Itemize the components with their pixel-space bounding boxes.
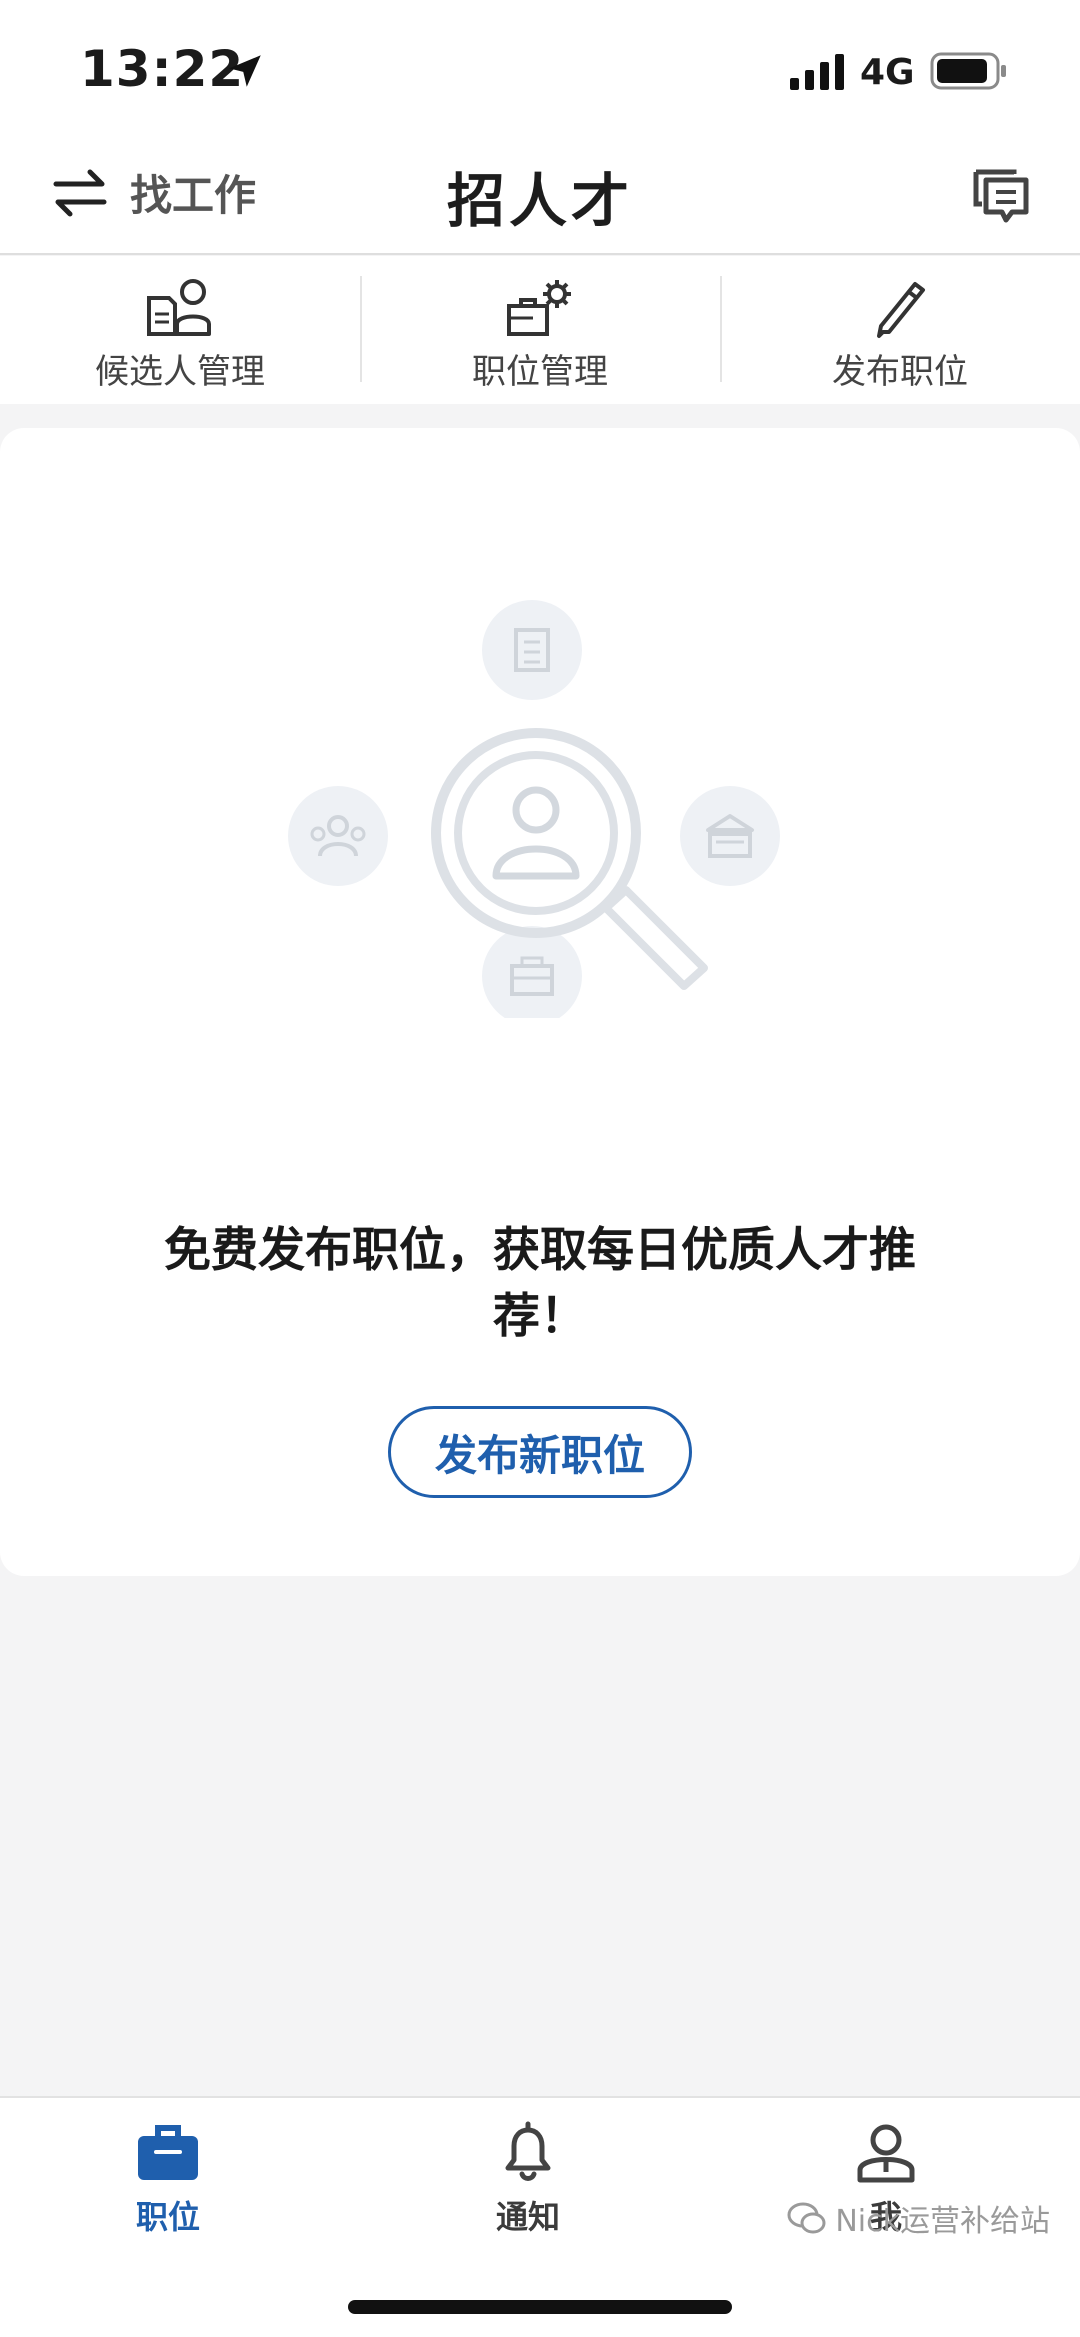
header: 找工作 招人才 [0,130,1080,255]
signal-icon [790,54,844,90]
briefcase-icon [138,2125,198,2180]
empty-state-message: 免费发布职位，获取每日优质人才推荐！ [164,1223,916,1344]
tab-label: 职位 [135,2198,200,2236]
job-management-button[interactable]: 职位管理 [360,256,720,404]
publish-new-job-button[interactable]: 发布新职位 [388,1406,692,1498]
network-type: 4G [860,52,915,93]
candidate-icon [147,279,211,336]
status-time: 13:22 [80,40,245,98]
pencil-icon [877,282,925,338]
page-title: 招人才 [446,167,633,235]
home-indicator[interactable] [348,2300,732,2314]
bell-icon [505,2121,551,2181]
toolbar-label: 发布职位 [832,352,968,392]
job-settings-icon [507,280,571,336]
watermark: Nick运营补给站 [787,2196,1050,2240]
watermark-text: Nick运营补给站 [835,2204,1050,2239]
tab-notifications[interactable]: 通知 [428,2118,628,2238]
tab-label: 通知 [495,2198,560,2236]
user-icon [857,2124,915,2183]
toolbar-label: 候选人管理 [95,352,265,392]
candidate-management-button[interactable]: 候选人管理 [0,256,360,404]
wechat-icon [787,2202,826,2234]
quick-actions-toolbar: 候选人管理 职位管理 发布职位 [0,256,1080,404]
status-bar: 13:22 4G [0,0,1080,130]
magnifier-icon [288,600,780,1018]
tab-jobs[interactable]: 职位 [68,2118,268,2238]
empty-state-card: 免费发布职位，获取每日优质人才推荐！ 发布新职位 [0,428,1080,1576]
toolbar-label: 职位管理 [472,352,608,392]
chat-icon[interactable] [968,160,1034,226]
location-arrow-icon [229,55,261,87]
post-job-button[interactable]: 发布职位 [720,256,1080,404]
battery-icon [930,52,1006,90]
